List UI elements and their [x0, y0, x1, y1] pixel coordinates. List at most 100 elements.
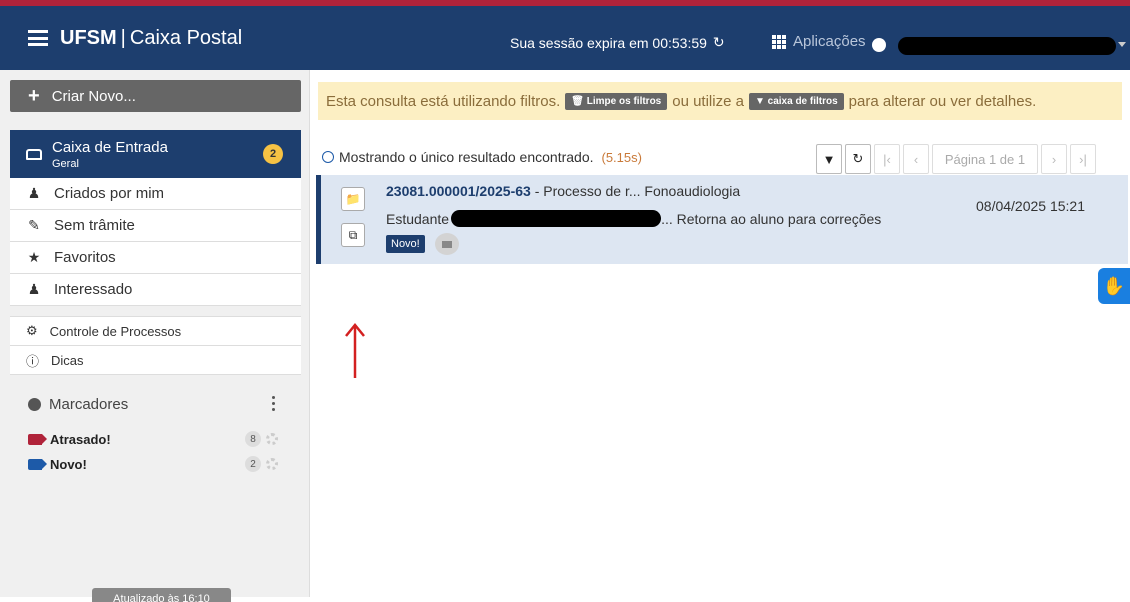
- folder-open-icon: 📁: [345, 192, 361, 206]
- process-status: ... Retorna ao aluno para correções: [661, 210, 882, 227]
- brand-separator: |: [120, 26, 126, 49]
- list-toolbar: ▼ ↻ |‹ ‹ Página 1 de 1 › ›|: [816, 144, 1096, 174]
- tag-label: Novo!: [50, 456, 87, 472]
- sidebar-item-label: Criados por mim: [54, 185, 165, 202]
- new-badge: Novo!: [386, 235, 425, 253]
- refresh-button[interactable]: ↻: [845, 144, 871, 174]
- sidebar-item-label: Controle de Processos: [49, 323, 182, 339]
- session-text: Sua sessão expira em 00:53:59: [510, 34, 707, 51]
- result-time: (5.15s): [601, 149, 642, 165]
- markers-menu-icon[interactable]: [272, 396, 276, 411]
- create-new-label: Criar Novo...: [51, 87, 136, 105]
- alert-text: ou utilize a: [672, 92, 744, 110]
- redacted-username[interactable]: [898, 37, 1116, 55]
- sidebar-item-label: Favoritos: [54, 249, 116, 266]
- chevron-down-icon[interactable]: [1118, 42, 1126, 47]
- open-folder-button[interactable]: 📁: [341, 187, 365, 211]
- filter-box-label: caixa de filtros: [767, 95, 838, 107]
- chevron-right-icon: ›: [1051, 151, 1057, 167]
- clear-filters-button[interactable]: 🗑 Limpe os filtros: [565, 92, 668, 110]
- sidebar-item-label: Dicas: [51, 352, 84, 368]
- sidebar-menu-secondary: ⚙ Controle de Processos ⓘ Dicas: [10, 316, 301, 375]
- alert-text: Esta consulta está utilizando filtros.: [326, 92, 561, 110]
- sidebar-item-interested[interactable]: ♟ Interessado: [10, 274, 301, 306]
- process-number: 23081.000001/2025-63: [386, 183, 531, 199]
- process-requester: Estudante: [386, 210, 450, 227]
- gear-icon[interactable]: [266, 433, 278, 445]
- check-circle-icon: [322, 151, 334, 163]
- inbox-count-badge: 2: [263, 144, 283, 164]
- redacted-name: [451, 210, 662, 227]
- edit-icon: ✎: [28, 217, 40, 233]
- create-new-button[interactable]: + Criar Novo...: [10, 80, 301, 112]
- filter-icon: ▼: [822, 151, 836, 167]
- filter-alert: Esta consulta está utilizando filtros. 🗑…: [318, 82, 1122, 120]
- session-timer: Sua sessão expira em 00:53:59 ↻: [510, 34, 725, 51]
- sidebar-item-inbox[interactable]: Caixa de Entrada Geral 2: [10, 130, 301, 178]
- sidebar-item-no-procedure[interactable]: ✎ Sem trâmite: [10, 210, 301, 242]
- tag-count: 2: [245, 456, 261, 472]
- gear-icon: ⚙: [26, 323, 38, 338]
- grid-icon: [772, 34, 786, 49]
- tag-count: 8: [245, 431, 261, 447]
- inbox-subtitle: Geral: [52, 157, 79, 170]
- sidebar-menu: ♟ Criados por mim ✎ Sem trâmite ★ Favoritos…: [10, 178, 301, 306]
- tag-item-late[interactable]: Atrasado! 8: [28, 430, 288, 448]
- gear-icon[interactable]: [266, 458, 278, 470]
- process-description: - Processo de r... Fonoaudiologia: [530, 183, 741, 199]
- first-page-button[interactable]: |‹: [874, 144, 900, 174]
- top-bar: UFSM | Caixa Postal Sua sessão expira em 0…: [0, 0, 1130, 70]
- process-title[interactable]: 23081.000001/2025-63 - Processo de r... …: [386, 183, 740, 199]
- markers-title: Marcadores: [49, 396, 129, 413]
- last-page-icon: ›|: [1079, 151, 1087, 167]
- inbox-title: Caixa de Entrada: [52, 138, 168, 156]
- sidebar: + Criar Novo... Caixa de Entrada Geral 2…: [0, 70, 310, 602]
- brand-app-name: Caixa Postal: [129, 26, 243, 49]
- result-text: Mostrando o único resultado encontrado.: [339, 149, 594, 165]
- refresh-icon: ↻: [852, 151, 864, 166]
- prev-page-button[interactable]: ‹: [903, 144, 929, 174]
- last-page-button[interactable]: ›|: [1070, 144, 1096, 174]
- sidebar-item-favorites[interactable]: ★ Favoritos: [10, 242, 301, 274]
- inbox-icon: [26, 148, 42, 160]
- filter-box-button[interactable]: ▼ caixa de filtros: [748, 92, 844, 110]
- tags-button[interactable]: [435, 233, 459, 255]
- user-check-icon: ♟: [27, 185, 41, 201]
- tag-icon: [28, 433, 47, 445]
- sidebar-item-label: Sem trâmite: [54, 217, 135, 234]
- accessibility-libras-icon[interactable]: ✋: [1098, 268, 1130, 304]
- first-page-icon: |‹: [883, 151, 891, 167]
- filter-button[interactable]: ▼: [816, 144, 842, 174]
- refresh-icon[interactable]: ↻: [713, 34, 725, 51]
- tag-label: Atrasado!: [50, 431, 111, 447]
- tags-icon: [442, 240, 452, 248]
- process-date: 08/04/2025 15:21: [976, 198, 1085, 214]
- tag-item-new[interactable]: Novo! 2: [28, 455, 288, 473]
- chevron-circle-icon: [28, 398, 41, 411]
- sidebar-item-label: Interessado: [54, 281, 133, 298]
- table-row[interactable]: 📁 ⧉ 23081.000001/2025-63 - Processo de r…: [316, 175, 1128, 264]
- applications-menu[interactable]: Aplicações: [772, 33, 866, 50]
- tag-icon: [28, 458, 47, 470]
- users-icon: ♟: [27, 281, 41, 297]
- applications-label: Aplicações: [793, 33, 866, 50]
- star-icon: ★: [27, 249, 41, 265]
- user-icon[interactable]: [872, 38, 886, 52]
- hamburger-menu-icon[interactable]: [28, 30, 48, 46]
- alert-text: para alterar ou ver detalhes.: [848, 92, 1037, 110]
- window-restore-icon: ⧉: [348, 227, 358, 242]
- updated-status: Atualizado às 16:10: [92, 588, 231, 602]
- brand-title[interactable]: UFSM | Caixa Postal: [60, 27, 242, 50]
- page-indicator[interactable]: Página 1 de 1: [932, 144, 1038, 174]
- next-page-button[interactable]: ›: [1041, 144, 1067, 174]
- sidebar-item-process-control[interactable]: ⚙ Controle de Processos: [10, 317, 301, 346]
- sidebar-item-created-by-me[interactable]: ♟ Criados por mim: [10, 178, 301, 210]
- clear-filters-label: Limpe os filtros: [586, 95, 662, 107]
- red-arrow-annotation: [345, 323, 365, 378]
- result-summary: Mostrando o único resultado encontrado. …: [322, 149, 642, 165]
- plus-icon: +: [28, 85, 40, 107]
- sidebar-item-tips[interactable]: ⓘ Dicas: [10, 346, 301, 375]
- chevron-left-icon: ‹: [913, 151, 919, 167]
- process-details: Estudante ... Retorna ao aluno para corre…: [386, 210, 881, 227]
- open-new-window-button[interactable]: ⧉: [341, 223, 365, 247]
